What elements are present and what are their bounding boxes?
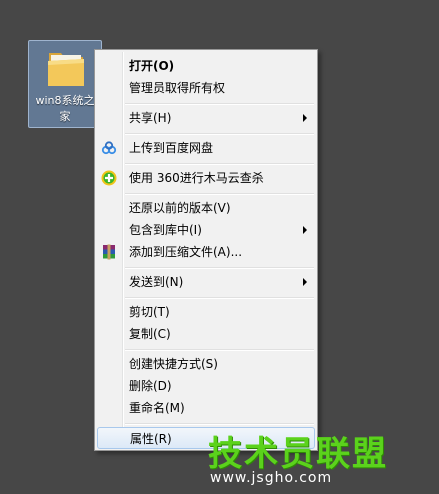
menu-separator	[125, 103, 314, 105]
menu-item-cut[interactable]: 剪切(T)	[97, 301, 315, 323]
menu-item-label: 重命名(M)	[129, 401, 185, 415]
menu-item-rename[interactable]: 重命名(M)	[97, 397, 315, 419]
menu-item-label: 删除(D)	[129, 379, 172, 393]
submenu-arrow-icon	[303, 114, 307, 122]
menu-item-send-to[interactable]: 发送到(N)	[97, 271, 315, 293]
menu-separator	[125, 193, 314, 195]
menu-item-label: 复制(C)	[129, 327, 171, 341]
menu-item-label: 创建快捷方式(S)	[129, 357, 218, 371]
desktop-folder[interactable]: win8系统之家	[28, 40, 102, 128]
menu-item-include-library[interactable]: 包含到库中(I)	[97, 219, 315, 241]
menu-separator	[125, 163, 314, 165]
menu-item-label: 使用 360进行木马云查杀	[129, 171, 264, 185]
menu-item-baidu-upload[interactable]: 上传到百度网盘	[97, 137, 315, 159]
watermark-title: 技术员联盟	[208, 434, 388, 474]
menu-item-label: 剪切(T)	[129, 305, 170, 319]
menu-item-360-scan[interactable]: 使用 360进行木马云查杀	[97, 167, 315, 189]
menu-item-add-archive[interactable]: 添加到压缩文件(A)...	[97, 241, 315, 263]
menu-item-share[interactable]: 共享(H)	[97, 107, 315, 129]
watermark-url: www.jsgho.com	[210, 470, 333, 486]
menu-item-create-shortcut[interactable]: 创建快捷方式(S)	[97, 353, 315, 375]
baidu-cloud-icon	[101, 141, 117, 155]
menu-item-label: 属性(R)	[130, 432, 172, 446]
menu-item-label: 打开(O)	[129, 59, 175, 73]
folder-label: win8系统之家	[35, 94, 95, 123]
submenu-arrow-icon	[303, 278, 307, 286]
menu-item-label: 包含到库中(I)	[129, 223, 202, 237]
menu-separator	[125, 349, 314, 351]
menu-item-label: 上传到百度网盘	[129, 141, 214, 155]
menu-item-label: 管理员取得所有权	[129, 81, 226, 95]
menu-item-label: 共享(H)	[129, 111, 172, 125]
menu-item-label: 发送到(N)	[129, 275, 184, 289]
menu-item-label: 还原以前的版本(V)	[129, 201, 231, 215]
menu-separator	[125, 133, 314, 135]
menu-item-label: 添加到压缩文件(A)...	[129, 245, 243, 259]
360-security-icon	[101, 170, 117, 186]
winrar-icon	[103, 244, 115, 260]
watermark: 技术员联盟 www.jsgho.com	[208, 426, 408, 490]
submenu-arrow-icon	[303, 226, 307, 234]
menu-item-copy[interactable]: 复制(C)	[97, 323, 315, 345]
context-menu: 打开(O) 管理员取得所有权 共享(H) 上传到百度网盘 使用 360进行木马云…	[94, 49, 318, 451]
menu-item-open[interactable]: 打开(O)	[97, 55, 315, 77]
menu-separator	[125, 297, 314, 299]
menu-item-restore-versions[interactable]: 还原以前的版本(V)	[97, 197, 315, 219]
folder-icon	[48, 53, 84, 86]
menu-separator	[125, 423, 314, 425]
menu-item-take-ownership[interactable]: 管理员取得所有权	[97, 77, 315, 99]
menu-separator	[125, 267, 314, 269]
menu-item-delete[interactable]: 删除(D)	[97, 375, 315, 397]
